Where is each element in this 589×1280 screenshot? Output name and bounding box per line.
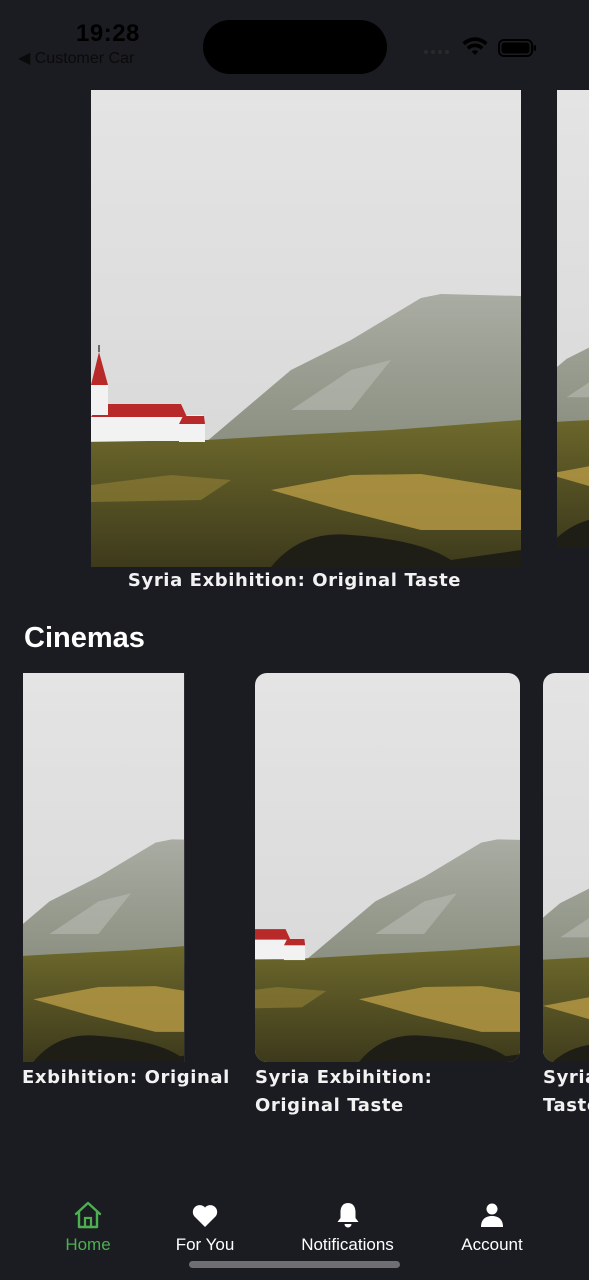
bell-icon (337, 1203, 358, 1228)
tab-home[interactable]: Home (58, 1200, 118, 1255)
person-icon (481, 1203, 503, 1227)
home-icon (74, 1201, 102, 1229)
battery-icon (498, 39, 536, 57)
carousel-caption[interactable]: Syria Exbihition: Original Taste (0, 570, 589, 591)
cinema-card-image[interactable] (23, 673, 231, 1062)
cellular-signal-icon (424, 50, 449, 54)
tab-for-you[interactable]: For You (170, 1200, 240, 1255)
carousel-current-slide-image[interactable] (91, 90, 521, 567)
heart-icon (192, 1205, 218, 1227)
back-to-app-link[interactable]: ◀ Customer Car (18, 48, 134, 68)
tab-for-you-label: For You (175, 1235, 235, 1254)
tab-notifications[interactable]: Notifications (295, 1200, 400, 1255)
wifi-icon (462, 37, 488, 55)
cinema-card-image[interactable] (255, 673, 520, 1062)
carousel-prev-slide-image[interactable] (23, 90, 55, 548)
tab-home-label: Home (65, 1235, 111, 1254)
carousel-next-slide-image[interactable] (557, 90, 589, 548)
status-bar: 19:28 ◀ Customer Car (0, 0, 589, 80)
tab-account[interactable]: Account (455, 1200, 529, 1255)
section-title-cinemas: Cinemas (24, 622, 145, 654)
tab-account-label: Account (461, 1235, 523, 1254)
home-indicator (189, 1261, 400, 1268)
cinema-card-caption[interactable]: Syria Exbihition: Original Taste (255, 1064, 520, 1120)
tab-notifications-label: Notifications (301, 1235, 394, 1254)
cinema-card-caption[interactable]: Exbihition: Original (22, 1064, 242, 1092)
cinema-card-image[interactable] (543, 673, 589, 1062)
status-time: 19:28 (76, 20, 140, 47)
cinema-card-caption[interactable]: Syria Taste (543, 1064, 589, 1120)
featured-carousel[interactable] (0, 90, 589, 570)
dynamic-island (203, 20, 387, 74)
